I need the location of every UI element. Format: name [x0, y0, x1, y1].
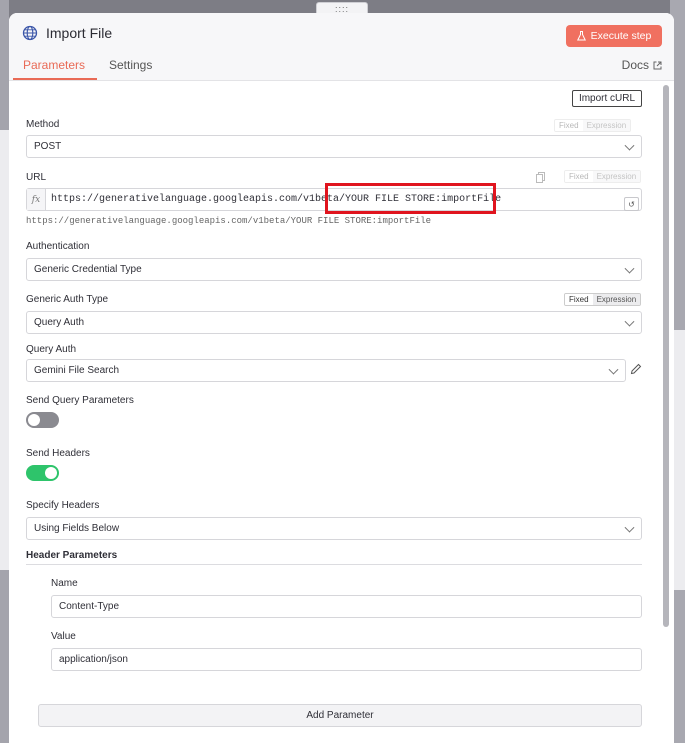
tab-parameters[interactable]: Parameters — [23, 58, 85, 72]
specify-headers-label: Specify Headers — [26, 500, 100, 511]
specify-headers-value: Using Fields Below — [34, 523, 120, 534]
authentication-label: Authentication — [26, 241, 90, 252]
authentication-value: Generic Credential Type — [34, 264, 142, 275]
canvas-node-left — [0, 130, 9, 570]
method-mode-toggle[interactable]: Fixed Expression — [554, 119, 632, 132]
send-headers-label: Send Headers — [26, 448, 90, 459]
auth-type-mode-toggle[interactable]: Fixed Expression — [564, 293, 642, 306]
specify-headers-select[interactable]: Using Fields Below — [26, 517, 642, 540]
flask-icon — [576, 31, 586, 41]
expression-option[interactable]: Expression — [592, 294, 641, 305]
docs-link[interactable]: Docs — [622, 58, 662, 72]
header-value-input[interactable]: application/json — [51, 648, 642, 671]
query-auth-label: Query Auth — [26, 344, 77, 355]
external-link-icon — [653, 61, 662, 69]
highlight-box — [325, 183, 496, 214]
reset-icon[interactable]: ↺ — [624, 197, 639, 211]
node-title[interactable]: Import File — [46, 25, 112, 41]
expression-option[interactable]: Expression — [592, 171, 641, 182]
panel-header: Import File Execute step Parameters Sett… — [9, 13, 674, 81]
method-select[interactable]: POST — [26, 135, 642, 158]
header-name-input[interactable]: Content-Type — [51, 595, 642, 618]
toggle-knob — [28, 414, 40, 426]
header-name-label: Name — [51, 578, 78, 589]
chevron-down-icon — [624, 316, 635, 327]
node-settings-panel: Import File Execute step Parameters Sett… — [9, 13, 674, 743]
globe-icon — [22, 25, 38, 41]
expression-fx-icon: fx — [27, 189, 46, 210]
pencil-icon[interactable] — [630, 363, 642, 375]
generic-auth-type-label: Generic Auth Type — [26, 294, 109, 305]
chevron-down-icon — [624, 522, 635, 533]
header-value-value: application/json — [59, 654, 128, 665]
tab-settings[interactable]: Settings — [109, 58, 152, 72]
url-label: URL — [26, 172, 47, 183]
generic-auth-type-select[interactable]: Query Auth — [26, 311, 642, 334]
node-title-group: Import File — [22, 25, 112, 41]
chevron-down-icon — [608, 364, 619, 375]
chevron-down-icon — [624, 140, 635, 151]
method-value: POST — [34, 141, 62, 152]
panel-tabs: Parameters Settings Docs — [9, 58, 674, 81]
generic-auth-type-value: Query Auth — [34, 317, 85, 328]
section-divider — [26, 564, 642, 565]
add-parameter-button[interactable]: Add Parameter — [38, 704, 642, 727]
execute-step-label: Execute step — [590, 30, 652, 42]
copy-icon[interactable] — [536, 172, 545, 183]
query-auth-value: Gemini File Search — [34, 365, 120, 376]
expression-option[interactable]: Expression — [582, 120, 631, 131]
url-mode-toggle[interactable]: Fixed Expression — [564, 170, 642, 183]
method-label: Method — [26, 119, 60, 130]
docs-label: Docs — [621, 58, 649, 72]
send-query-params-label: Send Query Parameters — [26, 395, 134, 406]
fixed-option[interactable]: Fixed — [555, 120, 583, 131]
import-curl-button[interactable]: Import cURL — [572, 90, 642, 107]
url-resolved-preview: https://generativelanguage.googleapis.co… — [26, 216, 432, 226]
toggle-knob — [45, 467, 57, 479]
authentication-select[interactable]: Generic Credential Type — [26, 258, 642, 281]
scrollbar-thumb[interactable] — [663, 85, 669, 627]
send-headers-toggle[interactable] — [26, 465, 59, 481]
header-name-value: Content-Type — [59, 601, 120, 612]
active-tab-indicator — [13, 78, 97, 80]
header-parameters-title: Header Parameters — [26, 550, 118, 561]
send-query-params-toggle[interactable] — [26, 412, 59, 428]
header-value-label: Value — [51, 631, 76, 642]
parameters-content: Import cURL Method Fixed Expression POST… — [9, 82, 674, 743]
chevron-down-icon — [624, 263, 635, 274]
execute-step-button[interactable]: Execute step — [566, 25, 662, 47]
fixed-option[interactable]: Fixed — [565, 171, 593, 182]
fixed-option[interactable]: Fixed — [565, 294, 593, 305]
query-auth-credential-select[interactable]: Gemini File Search — [26, 359, 626, 382]
